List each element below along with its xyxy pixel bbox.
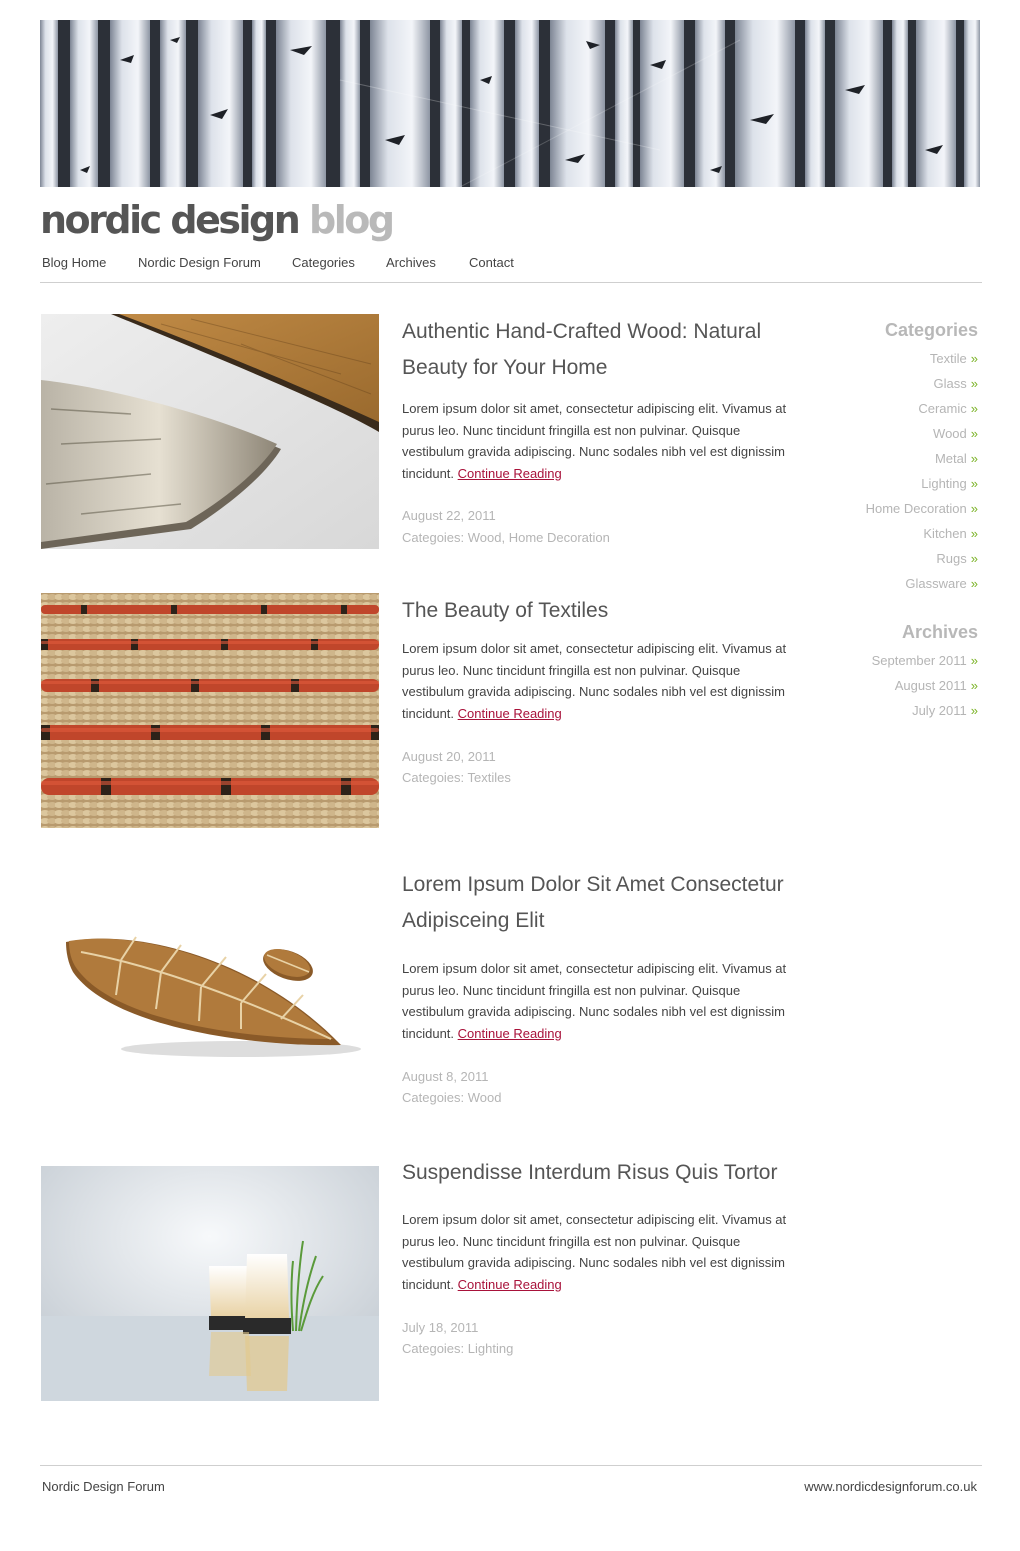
category-item[interactable]: Wood» [778,421,978,446]
arrow-icon: » [970,401,978,416]
category-label: Glass [933,376,967,391]
post-excerpt: Lorem ipsum dolor sit amet, consectetur … [402,958,802,1044]
archive-label: September 2011 [871,653,967,668]
arrow-icon: » [970,351,978,366]
post-excerpt: Lorem ipsum dolor sit amet, consectetur … [402,638,802,724]
post-date: July 18, 2011 [402,1320,479,1335]
woven-textile-image[interactable] [41,593,379,828]
category-label: Ceramic [918,401,967,416]
category-item[interactable]: Lighting» [778,471,978,496]
header-banner-image [40,20,980,187]
category-item[interactable]: Home Decoration» [778,496,978,521]
post-title[interactable]: Authentic Hand-Crafted Wood: Natural Bea… [402,314,802,386]
continue-reading-link[interactable]: Continue Reading [458,1026,562,1041]
arrow-icon: » [970,526,978,541]
post-title[interactable]: Suspendisse Interdum Risus Quis Tortor [402,1155,802,1191]
post-categories[interactable]: Categoies: Textiles [402,767,511,789]
archive-list: September 2011» August 2011» July 2011» [778,648,978,723]
arrow-icon: » [970,576,978,591]
post-date: August 20, 2011 [402,749,496,764]
sidebar-archives-title: Archives [901,622,978,642]
footer-site-name[interactable]: Nordic Design Forum [42,1479,165,1494]
arrow-icon: » [970,451,978,466]
sidebar: Categories Textile» Glass» Ceramic» Wood… [778,318,978,723]
archive-label: July 2011 [912,703,967,718]
wooden-leaf-tray-image[interactable] [41,877,379,1112]
archive-item[interactable]: September 2011» [778,648,978,673]
logo-primary-text: nordic design [40,198,301,242]
footer-divider [40,1465,982,1466]
arrow-icon: » [970,426,978,441]
post-title[interactable]: The Beauty of Textiles [402,593,802,629]
nav-categories[interactable]: Categories [292,254,355,272]
post-excerpt: Lorem ipsum dolor sit amet, consectetur … [402,1209,802,1295]
category-label: Wood [933,426,967,441]
arrow-icon: » [970,653,978,668]
nav-divider [40,282,982,283]
archive-label: August 2011 [894,678,967,693]
category-item[interactable]: Glassware» [778,571,978,596]
site-logo[interactable]: nordic design blog [40,197,395,243]
category-item[interactable]: Textile» [778,346,978,371]
post-categories[interactable]: Categoies: Wood [402,1087,502,1109]
arrow-icon: » [970,678,978,693]
archive-item[interactable]: July 2011» [778,698,978,723]
post-date: August 22, 2011 [402,508,496,523]
category-item[interactable]: Ceramic» [778,396,978,421]
post-date: August 8, 2011 [402,1069,489,1084]
category-label: Rugs [936,551,967,566]
category-list: Textile» Glass» Ceramic» Wood» Metal» Li… [778,346,978,596]
nav-contact[interactable]: Contact [469,254,514,272]
category-item[interactable]: Glass» [778,371,978,396]
logo-secondary-text: blog [309,198,395,242]
category-item[interactable]: Kitchen» [778,521,978,546]
category-label: Kitchen [923,526,967,541]
footer-url[interactable]: www.nordicdesignforum.co.uk [804,1479,977,1494]
archive-item[interactable]: August 2011» [778,673,978,698]
arrow-icon: » [970,501,978,516]
arrow-icon: » [970,376,978,391]
post-title[interactable]: Lorem Ipsum Dolor Sit Amet Consectetur A… [402,867,802,939]
post-categories[interactable]: Categoies: Wood, Home Decoration [402,527,610,549]
post-categories[interactable]: Categoies: Lighting [402,1338,513,1360]
category-label: Metal [934,451,967,466]
continue-reading-link[interactable]: Continue Reading [458,466,562,481]
arrow-icon: » [970,703,978,718]
sidebar-categories-title: Categories [884,320,978,340]
continue-reading-link[interactable]: Continue Reading [458,1277,562,1292]
arrow-icon: » [970,476,978,491]
nav-archives[interactable]: Archives [386,254,436,272]
category-label: Textile [929,351,967,366]
category-label: Home Decoration [865,501,967,516]
category-label: Glassware [905,576,967,591]
category-item[interactable]: Rugs» [778,546,978,571]
nav-blog-home[interactable]: Blog Home [42,254,106,272]
post-excerpt: Lorem ipsum dolor sit amet, consectetur … [402,398,802,484]
continue-reading-link[interactable]: Continue Reading [458,706,562,721]
nav-nordic-design-forum[interactable]: Nordic Design Forum [138,254,261,272]
wood-bowls-image[interactable] [41,314,379,549]
category-label: Lighting [921,476,967,491]
category-item[interactable]: Metal» [778,446,978,471]
candle-lanterns-image[interactable] [41,1166,379,1401]
arrow-icon: » [970,551,978,566]
